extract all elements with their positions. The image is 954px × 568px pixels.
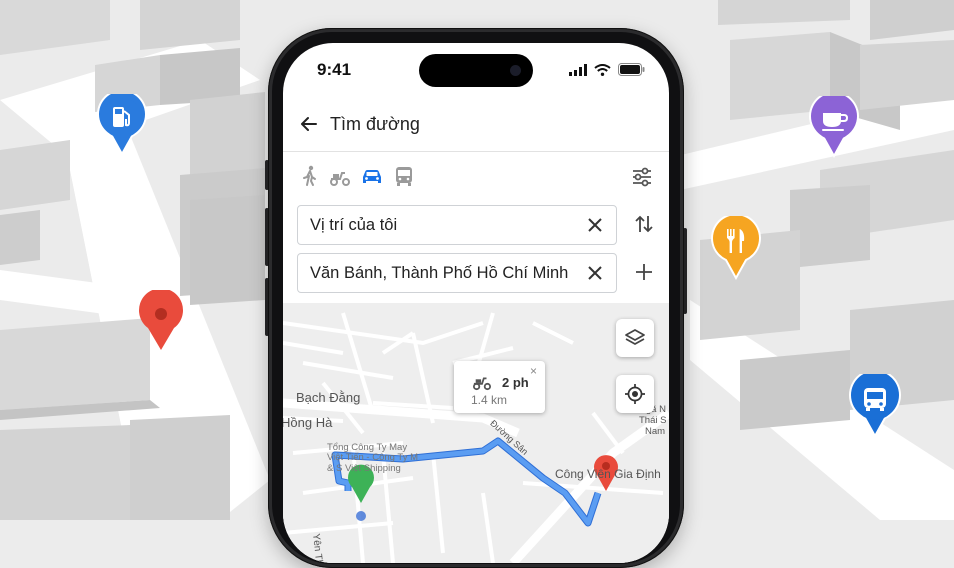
destination-value: Văn Bánh, Thành Phố Hồ Chí Minh bbox=[310, 264, 569, 282]
destination-field[interactable]: Văn Bánh, Thành Phố Hồ Chí Minh bbox=[297, 253, 617, 293]
clear-destination-icon[interactable] bbox=[586, 264, 604, 282]
map-label-street-right2: Thái S bbox=[639, 415, 667, 426]
scooter-icon[interactable] bbox=[328, 165, 352, 187]
map-label-hong-ha: Hồng Hà bbox=[283, 415, 333, 430]
bus-icon[interactable] bbox=[392, 165, 416, 187]
my-location-button[interactable] bbox=[616, 375, 654, 413]
map-label-bach-dang: Bạch Đằng bbox=[296, 390, 361, 405]
location-pin[interactable] bbox=[136, 290, 186, 352]
map-label-park: Công Viên Gia Định bbox=[555, 467, 661, 481]
page-title: Tìm đường bbox=[330, 114, 420, 134]
layers-icon bbox=[625, 329, 645, 345]
swap-icon[interactable] bbox=[633, 213, 655, 235]
travel-mode-bar bbox=[283, 153, 669, 199]
status-icons bbox=[569, 63, 645, 76]
my-location-icon bbox=[625, 384, 645, 404]
route-duration: 2 ph bbox=[502, 375, 529, 390]
header-bar: Tìm đường bbox=[283, 97, 669, 152]
status-time: 9:41 bbox=[317, 60, 352, 79]
route-options-icon[interactable] bbox=[631, 166, 653, 188]
restaurant-pin[interactable] bbox=[710, 216, 762, 280]
route-distance: 1.4 km bbox=[471, 393, 508, 407]
coffee-pin[interactable] bbox=[808, 96, 860, 158]
camera-icon bbox=[510, 65, 521, 76]
gas-station-pin[interactable] bbox=[96, 94, 148, 156]
close-callout-icon[interactable]: × bbox=[530, 364, 537, 378]
map-label-company-line3: & S Việt Shipping bbox=[327, 463, 401, 474]
bus-stop-pin[interactable] bbox=[848, 374, 902, 438]
wifi-icon bbox=[594, 63, 611, 76]
car-icon[interactable] bbox=[360, 165, 384, 187]
status-bar: 9:41 bbox=[283, 43, 669, 97]
map-layers-button[interactable] bbox=[616, 319, 654, 357]
dynamic-island bbox=[419, 54, 533, 87]
map-label-street-right3: Nam bbox=[645, 426, 666, 437]
bus-stop-icon bbox=[864, 388, 886, 411]
route-map[interactable]: Bạch Đằng Hồng Hà Tổng Công Ty May Việt … bbox=[283, 303, 669, 563]
map-label-company-line2: Việt Tiến - Công Ty M bbox=[327, 452, 418, 463]
signal-icon bbox=[569, 63, 587, 76]
phone-screen: 9:41 Tìm đường Vị trí của tôi Văn Bánh, … bbox=[283, 43, 669, 563]
route-map-canvas bbox=[283, 303, 669, 563]
back-arrow-icon[interactable] bbox=[299, 114, 319, 134]
walk-icon[interactable] bbox=[298, 165, 322, 187]
origin-field[interactable]: Vị trí của tôi bbox=[297, 205, 617, 245]
route-info-callout[interactable]: 2 ph 1.4 km × bbox=[454, 361, 545, 413]
scooter-icon bbox=[472, 377, 491, 391]
battery-icon bbox=[618, 63, 645, 76]
add-stop-icon[interactable] bbox=[633, 261, 655, 283]
location-pin-icon bbox=[155, 308, 167, 320]
origin-value: Vị trí của tôi bbox=[310, 216, 398, 234]
clear-origin-icon[interactable] bbox=[586, 216, 604, 234]
phone-mockup: 9:41 Tìm đường Vị trí của tôi Văn Bánh, … bbox=[265, 28, 687, 568]
